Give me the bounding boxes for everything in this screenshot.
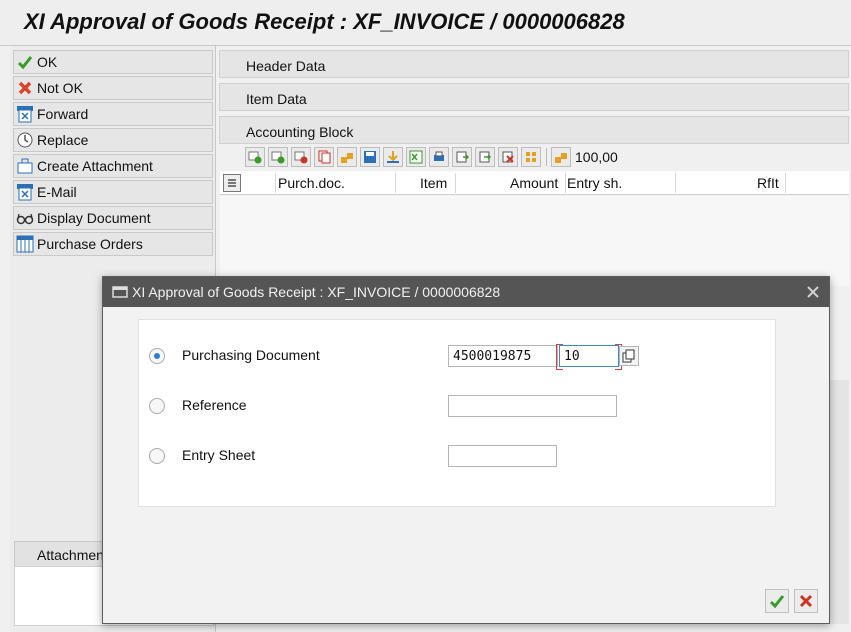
not-ok-button[interactable]: Not OK: [13, 76, 213, 100]
create-attachment-label: Create Attachment: [37, 158, 153, 174]
replace-button[interactable]: Replace: [13, 128, 213, 152]
attachment-icon: [16, 157, 34, 175]
radio-entry-sheet[interactable]: [149, 448, 165, 464]
radio-reference[interactable]: [149, 398, 165, 414]
confirm-button[interactable]: [765, 589, 789, 613]
column-header-purch-doc[interactable]: Purch.doc.: [278, 175, 345, 191]
not-ok-label: Not OK: [37, 80, 83, 96]
print-icon[interactable]: [429, 147, 449, 167]
sum-icon[interactable]: [551, 147, 571, 167]
dialog-content-panel: Purchasing Document 4500019875 10 Refere…: [138, 319, 776, 507]
toolbar-separator: [546, 148, 547, 166]
header-data-section[interactable]: Header Data: [219, 50, 849, 78]
move-up-button[interactable]: [337, 147, 357, 167]
column-separator: [395, 173, 396, 193]
column-separator: [785, 173, 786, 193]
create-attachment-button[interactable]: Create Attachment: [13, 154, 213, 178]
email-button[interactable]: E-Mail: [13, 180, 213, 204]
tab-attachments[interactable]: Attachments: [14, 541, 110, 567]
item-number-field[interactable]: 10: [556, 344, 622, 370]
dialog-title-bar[interactable]: XI Approval of Goods Receipt : XF_INVOIC…: [103, 277, 829, 307]
email-label: E-Mail: [37, 184, 77, 200]
checkmark-icon: [769, 595, 785, 609]
purchase-orders-button[interactable]: Purchase Orders: [13, 232, 213, 256]
column-header-item[interactable]: Item: [420, 175, 447, 191]
download-icon[interactable]: [383, 147, 403, 167]
display-document-label: Display Document: [37, 210, 151, 226]
red-x-icon: [16, 79, 34, 97]
column-separator: [675, 173, 676, 193]
dialog-window-icon: [111, 283, 129, 301]
dialog-title: XI Approval of Goods Receipt : XF_INVOIC…: [132, 284, 501, 300]
replace-icon: [16, 131, 34, 149]
column-header-amount[interactable]: Amount: [510, 175, 558, 191]
cancel-x-icon: [799, 594, 813, 608]
page-title: XI Approval of Goods Receipt : XF_INVOIC…: [24, 9, 625, 34]
item-data-section[interactable]: Item Data: [219, 83, 849, 111]
filter-icon[interactable]: [452, 147, 472, 167]
close-icon[interactable]: [805, 284, 821, 300]
copy-row-button[interactable]: [314, 147, 334, 167]
grid-toolbar: 100,00: [245, 145, 849, 169]
email-icon: [16, 183, 34, 201]
checkmark-icon: [16, 53, 34, 71]
column-separator: [275, 173, 276, 193]
sum-value: 100,00: [575, 149, 618, 165]
approval-dialog: XI Approval of Goods Receipt : XF_INVOIC…: [102, 276, 830, 624]
column-header-rfit[interactable]: RfIt: [757, 175, 779, 191]
title-bar: XI Approval of Goods Receipt : XF_INVOIC…: [0, 0, 851, 46]
forward-label: Forward: [37, 106, 89, 122]
cancel-button[interactable]: [794, 589, 818, 613]
delete-selection-icon[interactable]: [498, 147, 518, 167]
display-document-button[interactable]: Display Document: [13, 206, 213, 230]
accounting-block-section[interactable]: Accounting Block: [219, 116, 849, 144]
ok-label: OK: [37, 54, 58, 70]
spreadsheet-icon[interactable]: [406, 147, 426, 167]
grid-body: [220, 196, 849, 286]
forward-icon: [16, 105, 34, 123]
column-header-entry-sheet[interactable]: Entry sh.: [567, 175, 622, 191]
purchase-orders-label: Purchase Orders: [37, 236, 143, 252]
select-all-icon[interactable]: [223, 174, 241, 192]
glasses-icon: [16, 209, 34, 227]
delete-row-button[interactable]: [291, 147, 311, 167]
reference-field[interactable]: [448, 395, 617, 417]
copy-icon[interactable]: [619, 346, 639, 366]
radio-purchasing-document[interactable]: [149, 348, 165, 364]
purchasing-document-label: Purchasing Document: [182, 347, 320, 363]
insert-row-button[interactable]: [268, 147, 288, 167]
grid-header: Purch.doc. Item Amount Entry sh. RfIt: [220, 171, 849, 195]
entry-sheet-field[interactable]: [448, 445, 557, 467]
layout-icon[interactable]: [521, 147, 541, 167]
reference-label: Reference: [182, 397, 247, 413]
save-icon[interactable]: [360, 147, 380, 167]
replace-label: Replace: [37, 132, 89, 148]
append-row-button[interactable]: [245, 147, 265, 167]
export-icon[interactable]: [475, 147, 495, 167]
entry-sheet-label: Entry Sheet: [182, 447, 256, 463]
column-separator: [565, 173, 566, 193]
purchasing-document-field[interactable]: 4500019875: [448, 345, 558, 367]
forward-button[interactable]: Forward: [13, 102, 213, 126]
ok-button[interactable]: OK: [13, 50, 213, 74]
purchase-orders-icon: [16, 235, 34, 253]
column-separator: [455, 173, 456, 193]
